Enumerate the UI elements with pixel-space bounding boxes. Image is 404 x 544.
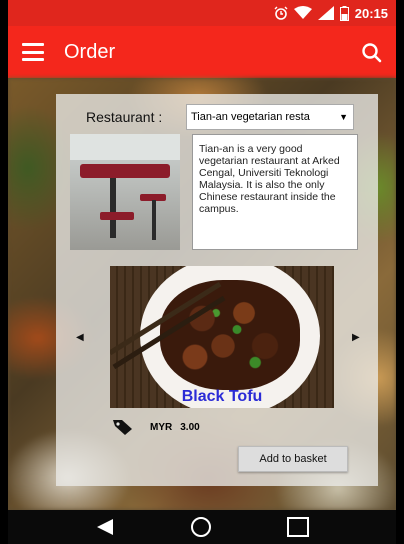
restaurant-dropdown[interactable]: Tian-an vegetarian resta ▼ xyxy=(186,104,354,130)
restaurant-description: Tian-an is a very good vegetarian restau… xyxy=(192,134,358,250)
menu-icon[interactable] xyxy=(22,43,44,61)
back-icon[interactable] xyxy=(95,518,115,536)
app-bar: Order xyxy=(8,26,396,78)
status-time: 20:15 xyxy=(354,5,388,21)
restaurant-label: Restaurant : xyxy=(86,109,163,125)
home-icon[interactable] xyxy=(190,516,212,538)
order-card: Restaurant : Tian-an vegetarian resta ▼ … xyxy=(56,94,378,486)
add-to-basket-button[interactable]: Add to basket xyxy=(238,446,348,472)
currency-label: MYR xyxy=(150,421,173,433)
restaurant-photo xyxy=(70,134,180,250)
next-dish-arrow-icon[interactable]: ▶ xyxy=(352,332,360,343)
phone-screen: 20:15 Order Restaurant : Tian-an vegetar… xyxy=(8,0,396,544)
previous-dish-arrow-icon[interactable]: ◀ xyxy=(76,332,84,343)
price-value: 3.00 xyxy=(180,421,200,433)
price-tag-icon xyxy=(113,420,132,435)
status-bar: 20:15 xyxy=(8,0,396,26)
navigation-bar xyxy=(8,510,396,544)
signal-icon xyxy=(317,6,334,20)
alarm-icon xyxy=(274,6,288,20)
dish-image: Black Tofu xyxy=(110,266,334,408)
restaurant-selected-value: Tian-an vegetarian resta xyxy=(191,111,310,123)
page-title: Order xyxy=(64,40,116,63)
wifi-icon xyxy=(293,6,312,20)
battery-icon xyxy=(339,5,349,21)
price-row: MYR 3.00 xyxy=(112,418,200,436)
recent-apps-icon[interactable] xyxy=(286,517,309,537)
search-icon[interactable] xyxy=(360,41,382,63)
restaurant-row: Restaurant : Tian-an vegetarian resta ▼ xyxy=(86,104,354,130)
dish-name: Black Tofu xyxy=(181,388,263,405)
dropdown-caret-icon: ▼ xyxy=(339,112,348,122)
